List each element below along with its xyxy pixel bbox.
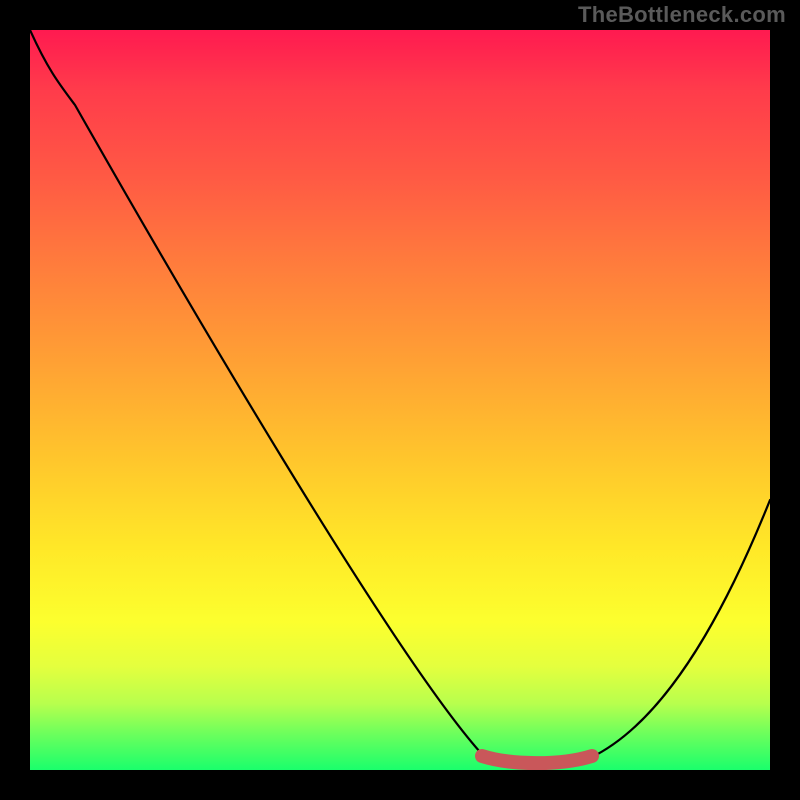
plot-area	[30, 30, 770, 770]
chart-frame: TheBottleneck.com	[0, 0, 800, 800]
bottleneck-curve-svg	[30, 30, 770, 770]
watermark: TheBottleneck.com	[578, 2, 786, 28]
bottleneck-curve	[30, 30, 770, 765]
optimal-range-highlight	[482, 756, 592, 763]
